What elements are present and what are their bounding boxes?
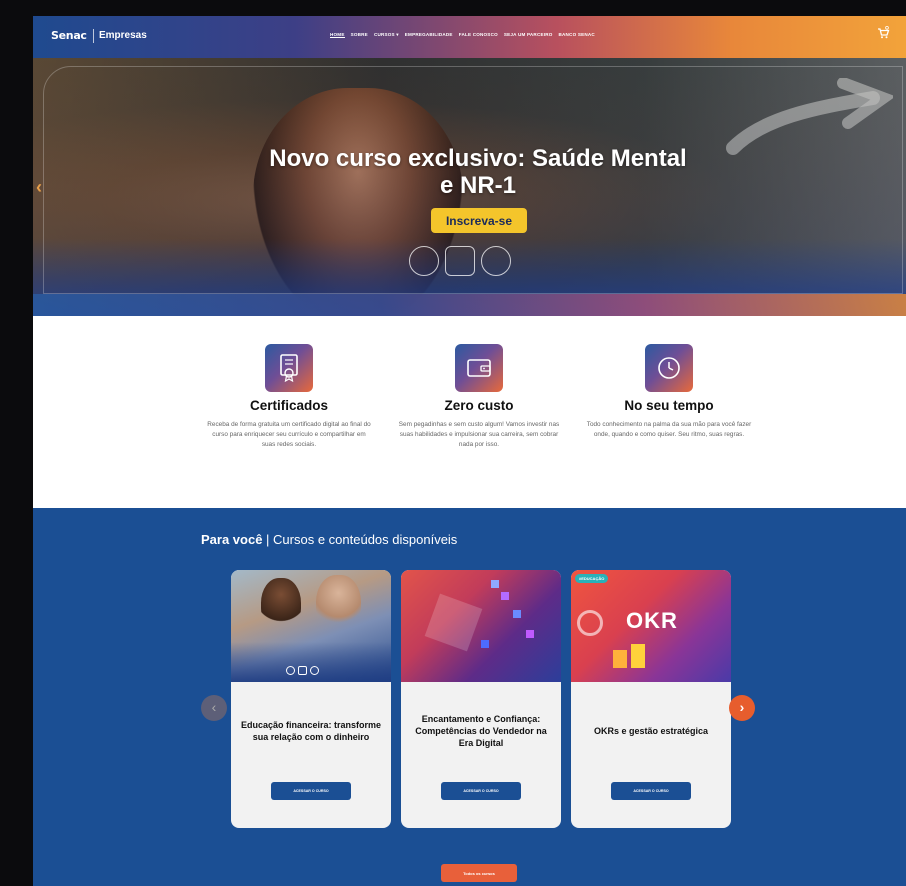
feature-text: Todo conhecimento na palma da sua mão pa… (586, 421, 752, 438)
nav-item-banco[interactable]: BANCO SENAC (559, 32, 595, 38)
features-section: Certificados Receba de forma gratuita um… (33, 316, 906, 508)
course-title: Encantamento e Confiança: Competências d… (415, 714, 547, 748)
logo-divider (93, 29, 94, 43)
certificate-icon (265, 344, 313, 392)
course-card[interactable]: #EDUCAÇÃO OKR OKRs e gestão estratégica … (571, 570, 731, 828)
hero-indicator-circle-icon[interactable] (409, 246, 439, 276)
okr-image-text: OKR (626, 608, 678, 633)
feature-zero-custo: Zero custo Sem pegadinhas e sem custo al… (389, 344, 569, 450)
feature-certificados: Certificados Receba de forma gratuita um… (199, 344, 379, 450)
hero-indicator-circle-icon[interactable] (481, 246, 511, 276)
feature-text: Sem pegadinhas e sem custo algum! Vamos … (398, 421, 560, 448)
nav-item-empregabilidade[interactable]: EMPREGABILIDADE (405, 32, 453, 38)
chevron-left-icon[interactable]: ‹ (201, 695, 227, 721)
feature-text: Receba de forma gratuita um certificado … (207, 421, 371, 448)
course-badge: #EDUCAÇÃO (575, 574, 609, 583)
nav-item-home[interactable]: HOME (330, 32, 345, 38)
page: Senac Empresas HOME SOBRE CURSOS ▾ EMPRE… (33, 16, 906, 886)
chevron-left-icon[interactable]: ‹ (36, 177, 42, 198)
senac-logo[interactable]: Senac (51, 29, 87, 42)
all-courses-button[interactable]: Todos os cursos (441, 864, 517, 882)
course-card[interactable]: Educação financeira: transforme sua rela… (231, 570, 391, 828)
hero-title: Novo curso exclusivo: Saúde Mental e NR-… (269, 145, 687, 199)
course-card[interactable]: Encantamento e Confiança: Competências d… (401, 570, 561, 828)
feature-title: Certificados (249, 398, 329, 413)
chevron-right-icon[interactable]: › (729, 695, 755, 721)
access-course-button[interactable]: ACESSAR O CURSO (441, 782, 521, 800)
course-title: Educação financeira: transforme sua rela… (240, 720, 382, 742)
hero-banner: ‹ Novo curso exclusivo: Saúde Mental e N… (33, 58, 906, 316)
nav-item-fale-conosco[interactable]: FALE CONOSCO (459, 32, 498, 38)
site-header: Senac Empresas HOME SOBRE CURSOS ▾ EMPRE… (33, 16, 906, 58)
courses-heading-bold: Para você (201, 532, 263, 547)
wallet-icon (455, 344, 503, 392)
courses-heading-rest: | Cursos e conteúdos disponíveis (262, 532, 458, 547)
enroll-button[interactable]: Inscreva-se (431, 208, 527, 233)
clock-icon (645, 344, 693, 392)
main-nav: HOME SOBRE CURSOS ▾ EMPREGABILIDADE FALE… (330, 32, 595, 38)
courses-heading: Para você | Cursos e conteúdos disponíve… (201, 532, 457, 547)
nav-item-cursos[interactable]: CURSOS ▾ (374, 32, 399, 38)
cart-icon[interactable] (876, 26, 890, 40)
hero-bottom-band (33, 294, 906, 316)
feature-title: No seu tempo (624, 398, 714, 413)
nav-item-parceiro[interactable]: SEJA UM PARCEIRO (504, 32, 553, 38)
course-title: OKRs e gestão estratégica (593, 726, 709, 736)
access-course-button[interactable]: ACESSAR O CURSO (611, 782, 691, 800)
hero-indicator-square-icon[interactable] (445, 246, 475, 276)
courses-section: Para você | Cursos e conteúdos disponíve… (33, 508, 906, 886)
course-image-sales (401, 570, 561, 682)
course-image-okr: #EDUCAÇÃO OKR (571, 570, 731, 682)
nav-item-sobre[interactable]: SOBRE (351, 32, 368, 38)
feature-no-seu-tempo: No seu tempo Todo conhecimento na palma … (579, 344, 759, 440)
feature-title: Zero custo (444, 398, 514, 413)
access-course-button[interactable]: ACESSAR O CURSO (271, 782, 351, 800)
hero-carousel-indicators (409, 246, 511, 276)
course-image-financial (231, 570, 391, 682)
brand-label: Empresas (99, 30, 147, 41)
